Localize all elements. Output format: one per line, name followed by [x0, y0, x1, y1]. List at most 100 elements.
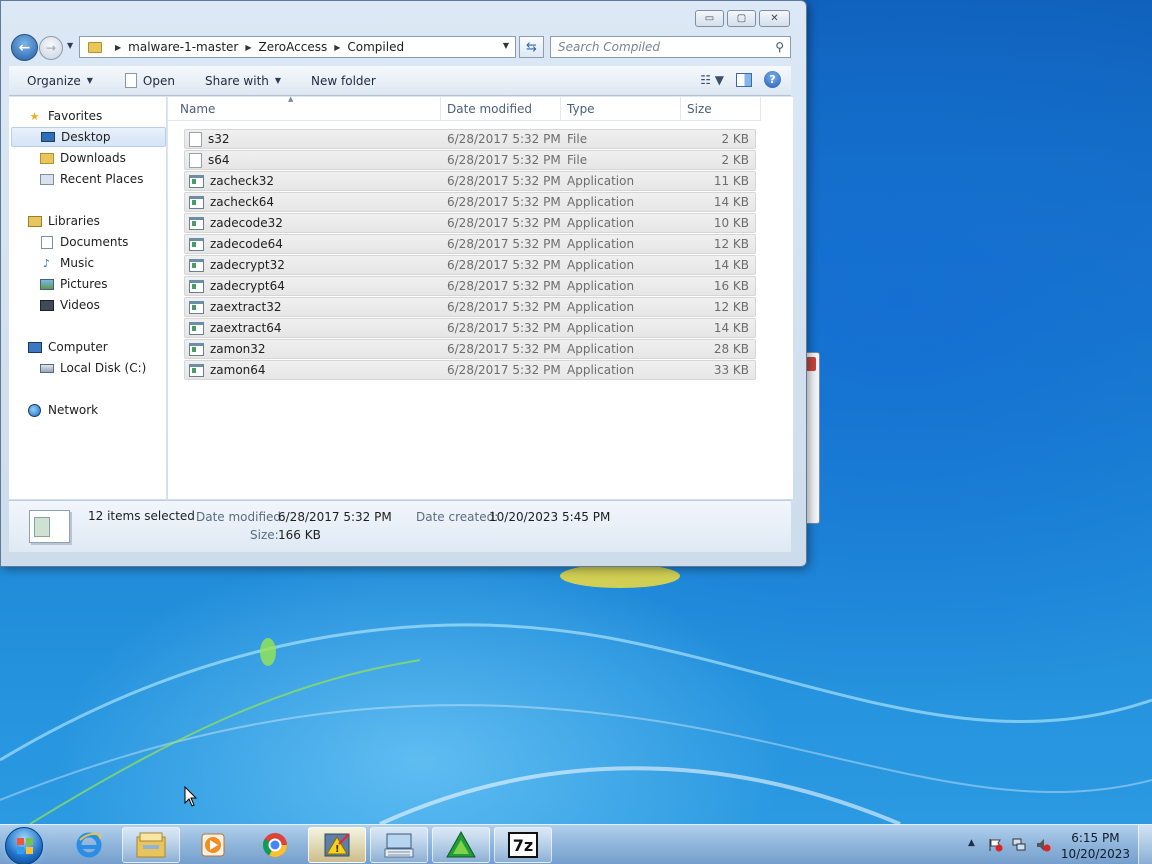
network-status-icon[interactable] [1012, 838, 1027, 852]
nav-computer[interactable]: Computer [27, 337, 165, 357]
share-with-button[interactable]: Share with ▼ [185, 66, 291, 96]
media-player-icon[interactable] [184, 827, 242, 863]
7zip-icon[interactable]: 7z [494, 827, 552, 863]
maximize-button[interactable]: ▢ [727, 10, 756, 27]
refresh-button[interactable]: ⇆ [519, 36, 544, 58]
application-icon [189, 363, 204, 377]
file-date: 6/28/2017 5:32 PM [447, 363, 561, 377]
start-button[interactable] [5, 827, 43, 864]
nav-recent-places[interactable]: Recent Places [39, 169, 165, 189]
address-bar[interactable]: ▶ malware-1-master ▶ ZeroAccess ▶ Compil… [79, 36, 516, 58]
table-row[interactable]: zamon64 6/28/2017 5:32 PM Application 33 KB [184, 360, 756, 380]
close-button[interactable]: ✕ [759, 10, 790, 27]
show-hidden-icons-icon[interactable]: ▲ [968, 838, 975, 848]
table-row[interactable]: s64 6/28/2017 5:32 PM File 2 KB [184, 150, 756, 170]
file-name-cell: zacheck64 [185, 195, 447, 209]
file-size: 16 KB [713, 279, 749, 293]
nav-label: Music [60, 256, 95, 270]
file-icon [189, 152, 202, 168]
nav-label: Favorites [48, 109, 103, 123]
table-row[interactable]: zadecode64 6/28/2017 5:32 PM Application 12… [184, 234, 756, 254]
nav-videos[interactable]: Videos [39, 295, 165, 315]
nav-documents[interactable]: Documents [39, 232, 165, 252]
internet-explorer-icon[interactable] [60, 827, 118, 863]
chrome-icon[interactable] [246, 827, 304, 863]
chevron-down-icon: ▼ [86, 76, 93, 85]
table-row[interactable]: zadecrypt64 6/28/2017 5:32 PM Application 1… [184, 276, 756, 296]
table-row[interactable]: zaextract64 6/28/2017 5:32 PM Application 1… [184, 318, 756, 338]
search-icon[interactable]: ⚲ [775, 40, 784, 54]
new-folder-button[interactable]: New folder [291, 66, 386, 96]
file-icon [189, 131, 202, 147]
table-row[interactable]: zacheck32 6/28/2017 5:32 PM Application 11 … [184, 171, 756, 191]
file-name: zadecode32 [210, 216, 283, 230]
breadcrumb-malware-1-master[interactable]: malware-1-master [128, 40, 238, 54]
preview-pane-icon[interactable] [736, 72, 752, 87]
file-date: 6/28/2017 5:32 PM [447, 279, 561, 293]
file-date: 6/28/2017 5:32 PM [447, 321, 561, 335]
recent-pages-dropdown[interactable]: ▼ [67, 41, 73, 50]
nav-label: Local Disk (C:) [60, 361, 147, 375]
nav-desktop[interactable]: Desktop [11, 127, 166, 147]
warning-app-icon[interactable]: ! [308, 827, 366, 863]
refresh-icon: ⇆ [526, 39, 537, 55]
open-button[interactable]: Open [103, 66, 185, 96]
new-folder-label: New folder [311, 73, 376, 88]
column-header-name[interactable]: Name ▲ [168, 95, 441, 121]
table-row[interactable]: zacheck64 6/28/2017 5:32 PM Application 14 … [184, 192, 756, 212]
nav-pictures[interactable]: Pictures [39, 274, 165, 294]
keyboard-app-icon[interactable] [370, 827, 428, 863]
nav-label: Network [48, 403, 99, 417]
volume-muted-icon[interactable] [1036, 838, 1051, 852]
file-type: Application [567, 258, 635, 272]
file-name-cell: zamon32 [185, 342, 447, 356]
file-size: 2 KB [721, 153, 749, 167]
file-name-cell: zadecrypt32 [185, 258, 447, 272]
back-button[interactable]: ← [11, 34, 38, 61]
libraries-icon [27, 215, 42, 228]
column-header-size[interactable]: Size [681, 97, 761, 121]
table-row[interactable]: zadecode32 6/28/2017 5:32 PM Application 10… [184, 213, 756, 233]
nav-local-disk[interactable]: Local Disk (C:) [39, 358, 165, 378]
file-name: zaextract64 [210, 321, 282, 335]
breadcrumb-separator-icon[interactable]: ▶ [334, 43, 340, 52]
application-icon [189, 174, 204, 188]
sort-ascending-icon: ▲ [288, 95, 294, 103]
table-row[interactable]: zamon32 6/28/2017 5:32 PM Application 28 KB [184, 339, 756, 359]
details-pane: 12 items selected Date modified: 6/28/20… [9, 500, 791, 552]
pictures-icon [39, 278, 54, 291]
downloads-icon [39, 152, 54, 165]
nav-label: Downloads [60, 151, 126, 165]
minimize-button[interactable]: ▭ [695, 10, 724, 27]
breadcrumb-compiled[interactable]: Compiled [347, 40, 404, 54]
file-type: Application [567, 342, 635, 356]
windows-explorer-icon[interactable] [122, 827, 180, 863]
breadcrumb-separator-icon[interactable]: ▶ [245, 43, 251, 52]
clock[interactable]: 6:15 PM 10/20/2023 [1061, 830, 1130, 862]
table-row[interactable]: s32 6/28/2017 5:32 PM File 2 KB [184, 129, 756, 149]
table-row[interactable]: zadecrypt32 6/28/2017 5:32 PM Application 1… [184, 255, 756, 275]
table-row[interactable]: zaextract32 6/28/2017 5:32 PM Application 1… [184, 297, 756, 317]
green-triangle-app-icon[interactable] [432, 827, 490, 863]
nav-favorites[interactable]: ★ Favorites [27, 106, 165, 126]
organize-button[interactable]: Organize ▼ [9, 66, 103, 96]
file-size: 14 KB [713, 258, 749, 272]
nav-downloads[interactable]: Downloads [39, 148, 165, 168]
column-header-date[interactable]: Date modified [441, 97, 561, 121]
column-header-type[interactable]: Type [561, 97, 681, 121]
file-name: zaextract32 [210, 300, 282, 314]
change-view-icon[interactable]: ☷ ▼ [700, 73, 724, 87]
action-center-flag-icon[interactable] [988, 838, 1003, 852]
nav-music[interactable]: ♪ Music [39, 253, 165, 273]
file-name: zamon32 [210, 342, 266, 356]
search-input[interactable]: Search Compiled ⚲ [550, 36, 791, 58]
help-icon[interactable]: ? [764, 71, 781, 88]
nav-network[interactable]: Network [27, 400, 165, 420]
file-name: zamon64 [210, 363, 266, 377]
forward-button[interactable]: → [39, 36, 63, 60]
nav-libraries[interactable]: Libraries [27, 211, 165, 231]
breadcrumb-zeroaccess[interactable]: ZeroAccess [259, 40, 328, 54]
address-history-dropdown[interactable]: ▼ [503, 41, 509, 50]
show-desktop-button[interactable] [1138, 825, 1152, 864]
breadcrumb-separator-icon[interactable]: ▶ [115, 43, 121, 52]
